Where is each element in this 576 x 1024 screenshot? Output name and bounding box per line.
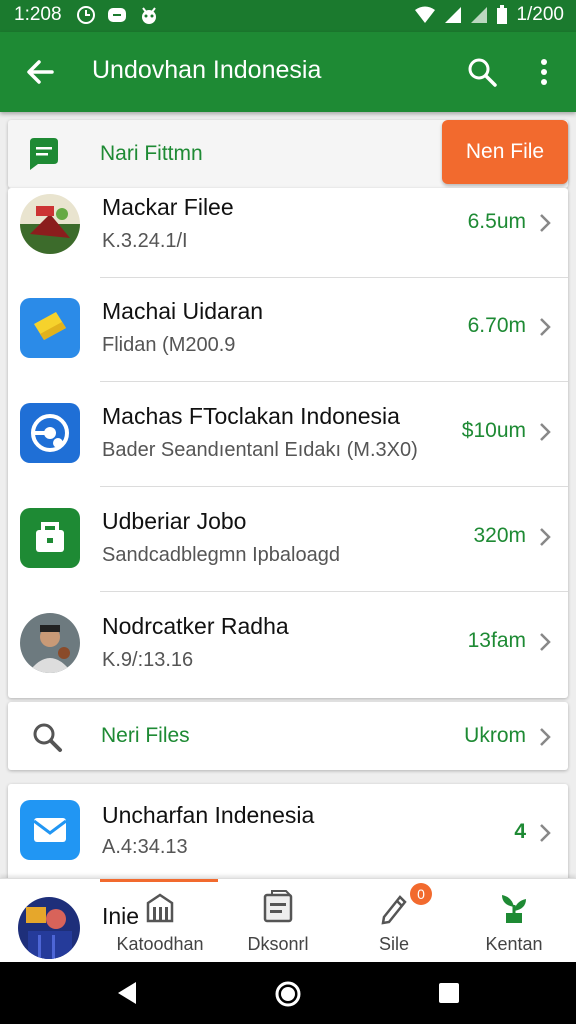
file-name: Mackar Filee <box>102 194 234 220</box>
battery-icon <box>497 5 508 24</box>
chat-icon <box>30 138 58 170</box>
search-icon <box>33 723 62 752</box>
file-meta: Flidan (M200.9 <box>102 334 236 356</box>
settings-disc-icon <box>20 403 80 463</box>
clock-icon <box>77 6 95 24</box>
status-bar: 1:208 1/200 <box>0 0 576 32</box>
more-vert-icon[interactable] <box>530 54 558 90</box>
file-name: Uncharfan Indenesia <box>102 802 315 828</box>
file-size: 320m <box>473 524 526 547</box>
person-photo-icon <box>20 613 80 673</box>
chevron-right-icon <box>540 633 551 651</box>
back-triangle-icon[interactable] <box>114 980 140 1006</box>
file-meta: K.9/:13.16 <box>102 649 194 671</box>
file-name: Machai Uidaran <box>102 298 264 324</box>
tab-label: Katoodhan <box>116 934 204 954</box>
file-size: $10um <box>461 419 526 442</box>
message-icon <box>108 8 126 22</box>
tab-dksonrl[interactable]: Dksonrl <box>218 879 338 963</box>
avatar[interactable] <box>18 897 80 959</box>
status-clock: 1/200 <box>516 4 564 25</box>
list-item[interactable]: Nodrcatker Radha K.9/:13.16 13fam <box>8 593 568 697</box>
search-icon[interactable] <box>464 54 500 90</box>
file-meta: Sandcadblegmn Ipbaloagd <box>102 544 340 566</box>
signal-icon <box>445 7 462 23</box>
chevron-right-icon <box>540 318 551 336</box>
tab-label: Kentan <box>485 934 543 954</box>
file-size: 6.5um <box>467 210 526 233</box>
list-item[interactable]: Mackar Filee K.3.24.1/I 6.5um <box>8 188 568 278</box>
signal2-icon <box>471 7 488 23</box>
status-right: 1/200 <box>414 4 564 26</box>
building-icon <box>146 893 174 923</box>
tab-label: Sile <box>378 934 409 954</box>
bottom-navigation: Inie Katoodhan Dksonrl 0 Sile Kentan <box>0 878 576 963</box>
wifi-icon <box>415 6 436 23</box>
new-file-button[interactable]: Nen File <box>442 120 568 184</box>
tab-katoodhan[interactable]: Katoodhan <box>100 879 220 963</box>
recents-square-icon[interactable] <box>438 982 460 1004</box>
file-meta: A.4:34.13 <box>102 836 188 858</box>
chevron-right-icon <box>540 528 551 546</box>
chevron-right-icon <box>540 728 551 746</box>
home-circle-icon[interactable] <box>274 980 302 1008</box>
list-item[interactable]: Uncharfan Indenesia A.4:34.13 4 <box>8 784 568 884</box>
file-name: Nodrcatker Radha <box>102 613 289 639</box>
search-files-row[interactable]: Neri Files Ukrom <box>8 702 568 770</box>
back-arrow-icon[interactable] <box>22 54 58 90</box>
pencil-icon <box>381 895 407 925</box>
chevron-right-icon <box>540 423 551 441</box>
mail-icon <box>20 800 80 860</box>
file-name: Machas FToclakan Indonesia <box>102 403 400 429</box>
tab-label: Dksonrl <box>247 934 309 954</box>
chevron-right-icon <box>540 824 551 842</box>
system-nav-bar <box>0 962 576 1024</box>
item-count: 4 <box>514 820 526 843</box>
file-list: Mackar Filee K.3.24.1/I 6.5um Machai Uid… <box>8 188 568 698</box>
notification-icons <box>76 5 160 25</box>
file-size: 13fam <box>467 629 526 652</box>
file-meta: K.3.24.1/I <box>102 230 188 252</box>
app-bar: Undovhan Indonesia <box>0 32 576 112</box>
header-label: Nari Fittmn <box>100 142 203 165</box>
folder-tag-icon <box>20 298 80 358</box>
list-item[interactable]: Udberiar Jobo Sandcadblegmn Ipbaloagd 32… <box>8 488 568 592</box>
page-title: Undovhan Indonesia <box>92 56 322 84</box>
list-item[interactable]: Machas FToclakan Indonesia Bader Seandıe… <box>8 383 568 487</box>
plant-icon <box>502 895 526 923</box>
file-meta: Bader Seandıentanl Eıdakı (M.3X0) <box>102 439 418 461</box>
document-icon <box>263 890 293 923</box>
search-label: Neri Files <box>101 724 190 747</box>
photo-thumbnail-icon <box>20 194 80 254</box>
status-time: 1:208 <box>14 4 62 25</box>
tab-sile[interactable]: 0 Sile <box>334 879 454 963</box>
tab-kentan[interactable]: Kentan <box>454 879 574 963</box>
search-value: Ukrom <box>464 724 526 747</box>
chevron-right-icon <box>540 214 551 232</box>
files-header: Nari Fittmn Nen File <box>8 120 568 188</box>
briefcase-icon <box>20 508 80 568</box>
file-name: Udberiar Jobo <box>102 508 247 534</box>
file-size: 6.70m <box>467 314 526 337</box>
notification-badge: 0 <box>410 883 432 905</box>
list-item[interactable]: Machai Uidaran Flidan (M200.9 6.70m <box>8 278 568 382</box>
android-icon <box>142 7 156 24</box>
